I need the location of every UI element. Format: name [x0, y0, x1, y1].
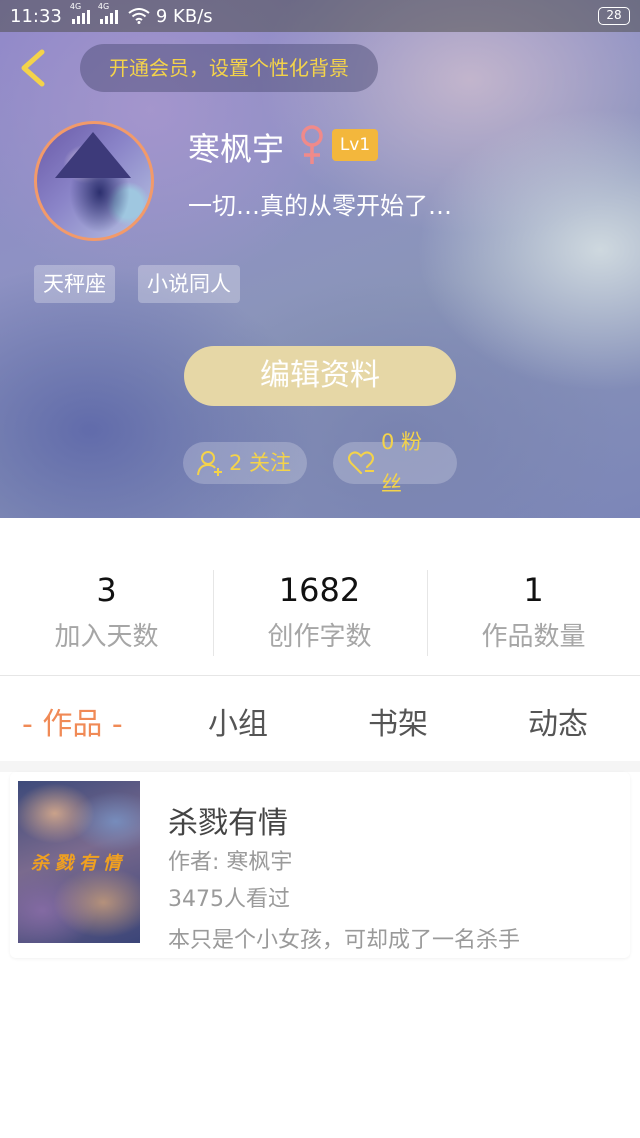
- wifi-icon: [128, 8, 150, 24]
- heart-icon: [348, 451, 374, 474]
- stat-label: 加入天数: [54, 622, 159, 652]
- stat-value: 1682: [278, 571, 361, 609]
- tab-group[interactable]: 小组: [208, 699, 268, 743]
- list-separator: [0, 761, 640, 772]
- vip-background-banner[interactable]: 开通会员，设置个性化背景: [80, 44, 378, 92]
- work-views: 3475人看过: [168, 887, 290, 912]
- add-user-icon: [197, 451, 222, 476]
- user-signature: 一切…真的从零开始了…: [188, 192, 452, 220]
- fans-button[interactable]: 0 粉丝: [333, 430, 457, 496]
- tab-bookshelf[interactable]: 书架: [368, 699, 428, 743]
- tab-works[interactable]: - 作品 -: [22, 699, 123, 743]
- stat-join-days: 3 加入天数: [0, 570, 213, 653]
- avatar-art: [55, 132, 131, 178]
- level-badge: Lv1: [332, 129, 378, 161]
- profile-header: 11:33 4G 4G 9 KB/s 28 开通会员，设置个性化背景 寒枫宇 L…: [0, 0, 640, 518]
- stat-value: 1: [523, 571, 544, 609]
- work-author: 作者: 寒枫宇: [168, 850, 293, 875]
- stat-label: 创作字数: [267, 622, 372, 652]
- avatar[interactable]: [34, 121, 154, 241]
- network-speed: 9 KB/s: [155, 5, 213, 27]
- fans-count: 0 粉丝: [380, 430, 423, 496]
- tag-category: 小说同人: [138, 265, 240, 303]
- work-description: 本只是个小女孩，可却成了一名杀手: [168, 928, 521, 953]
- stat-label: 作品数量: [481, 622, 586, 652]
- tab-feed[interactable]: 动态: [528, 699, 588, 743]
- username: 寒枫宇: [188, 130, 285, 168]
- profile-tabs: - 作品 - 小组 书架 动态: [0, 677, 640, 761]
- following-count: 2 关注: [229, 451, 292, 475]
- stats-panel: 3 加入天数 1682 创作字数 1 作品数量: [0, 518, 640, 676]
- status-bar: 11:33 4G 4G 9 KB/s 28: [0, 0, 640, 32]
- stat-word-count: 1682 创作字数: [213, 570, 426, 653]
- stat-value: 3: [96, 571, 117, 609]
- following-button[interactable]: 2 关注: [183, 442, 307, 484]
- female-gender-icon: [301, 125, 323, 164]
- work-card[interactable]: 杀戮有情 杀戮有情 作者: 寒枫宇 3475人看过 本只是个小女孩，可却成了一名…: [10, 772, 630, 958]
- stat-work-count: 1 作品数量: [427, 570, 640, 653]
- cover-title: 杀戮有情: [31, 853, 127, 874]
- cellular-signal-icon-2: 4G: [98, 2, 118, 24]
- battery-icon: 28: [598, 7, 630, 25]
- work-title: 杀戮有情: [168, 806, 288, 841]
- back-arrow-icon[interactable]: [14, 46, 54, 90]
- status-time: 11:33: [10, 5, 62, 27]
- cellular-signal-icon: 4G: [70, 2, 90, 24]
- edit-profile-button[interactable]: 编辑资料: [184, 346, 456, 406]
- book-cover: 杀戮有情: [18, 781, 140, 943]
- tag-zodiac: 天秤座: [34, 265, 115, 303]
